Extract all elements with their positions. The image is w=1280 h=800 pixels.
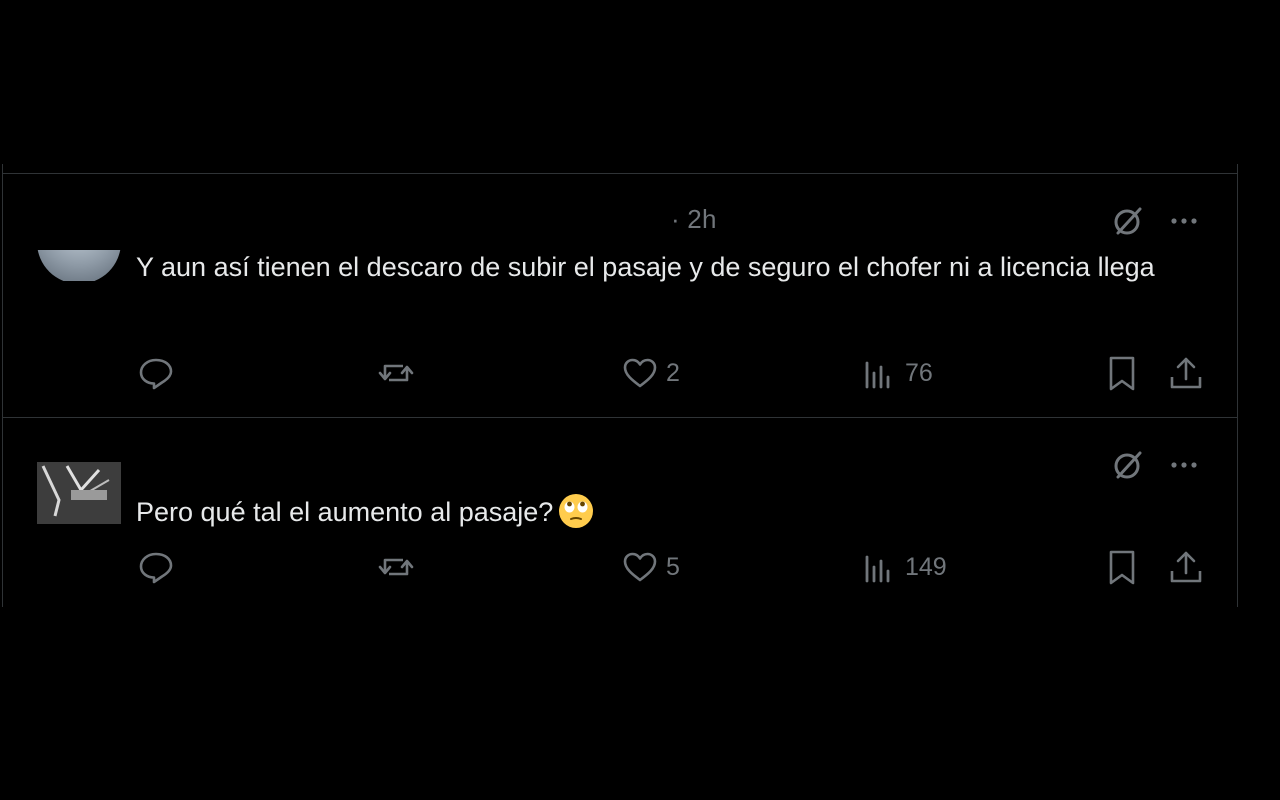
like-button[interactable]: 5 — [620, 547, 680, 587]
bookmark-icon — [1104, 547, 1140, 587]
post-text: Pero qué tal el aumento al pasaje? — [136, 492, 1156, 532]
post-2[interactable]: Pero qué tal el aumento al pasaje? 5 149 — [3, 418, 1237, 607]
avatar-post-2[interactable] — [37, 440, 121, 524]
avatar-image — [37, 250, 121, 281]
view-count: 149 — [905, 552, 947, 581]
repost-button[interactable] — [376, 353, 416, 393]
post-text: Y aun así tienen el descaro de subir el … — [136, 252, 1155, 282]
share-icon — [1166, 353, 1206, 393]
repost-icon — [376, 547, 416, 587]
reply-button[interactable] — [136, 353, 176, 393]
reply-thread: · 2h Y aun así tienen el descaro de subi… — [2, 164, 1238, 607]
bookmark-button[interactable] — [1104, 547, 1140, 587]
screen: · 2h Y aun así tienen el descaro de subi… — [0, 0, 1280, 800]
reply-icon — [136, 353, 176, 393]
reply-button[interactable] — [136, 547, 176, 587]
bookmark-button[interactable] — [1104, 353, 1140, 393]
like-count: 2 — [666, 358, 680, 387]
heart-icon — [620, 353, 660, 393]
bookmark-icon — [1104, 353, 1140, 393]
views-button[interactable]: 149 — [861, 547, 947, 587]
more-options-icon[interactable] — [1167, 204, 1201, 238]
like-button[interactable]: 2 — [620, 353, 680, 393]
share-button[interactable] — [1166, 353, 1206, 393]
heart-icon — [620, 547, 660, 587]
repost-button[interactable] — [376, 547, 416, 587]
rolling-eyes-emoji-icon — [557, 492, 595, 530]
grok-icon[interactable] — [1111, 448, 1145, 482]
grok-icon[interactable] — [1111, 204, 1145, 238]
post-1[interactable]: · 2h Y aun así tienen el descaro de subi… — [3, 174, 1237, 417]
more-options-icon[interactable] — [1167, 448, 1201, 482]
post-text-content: Pero qué tal el aumento al pasaje? — [136, 497, 554, 527]
share-button[interactable] — [1166, 547, 1206, 587]
share-icon — [1166, 547, 1206, 587]
repost-icon — [376, 353, 416, 393]
views-button[interactable]: 76 — [861, 353, 933, 393]
views-icon — [861, 547, 899, 587]
like-count: 5 — [666, 552, 680, 581]
view-count: 76 — [905, 358, 933, 387]
avatar-post-1[interactable] — [37, 250, 121, 281]
avatar-image — [37, 440, 121, 524]
views-icon — [861, 353, 899, 393]
post-timestamp[interactable]: · 2h — [671, 204, 717, 235]
reply-icon — [136, 547, 176, 587]
